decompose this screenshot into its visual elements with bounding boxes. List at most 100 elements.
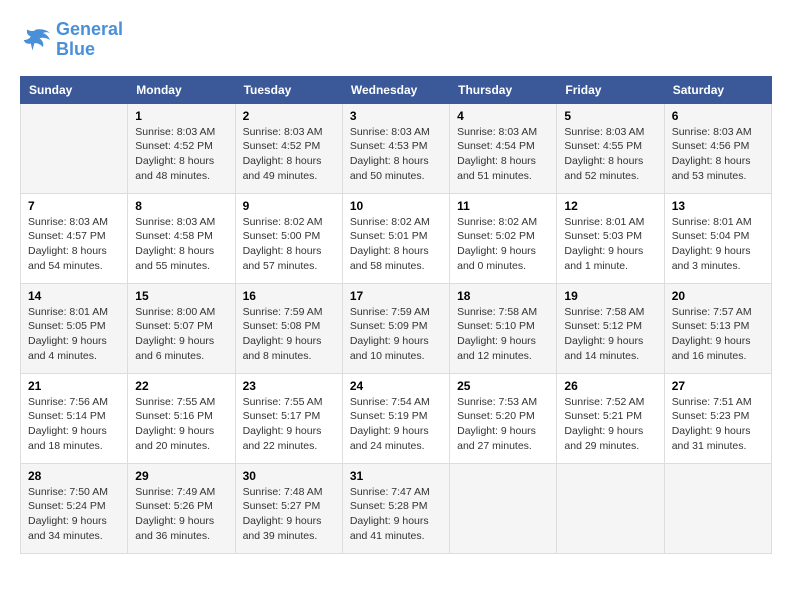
day-info: Sunrise: 7:47 AMSunset: 5:28 PMDaylight:… — [350, 485, 442, 544]
calendar-cell: 28 Sunrise: 7:50 AMSunset: 5:24 PMDayligh… — [21, 463, 128, 553]
day-info: Sunrise: 8:02 AMSunset: 5:02 PMDaylight:… — [457, 215, 549, 274]
day-number: 13 — [672, 199, 764, 213]
day-info: Sunrise: 8:03 AMSunset: 4:56 PMDaylight:… — [672, 125, 764, 184]
calendar-cell: 6Sunrise: 8:03 AMSunset: 4:56 PMDaylight… — [664, 103, 771, 193]
day-info: Sunrise: 8:03 AMSunset: 4:54 PMDaylight:… — [457, 125, 549, 184]
calendar-cell: 8 Sunrise: 8:03 AMSunset: 4:58 PMDaylight… — [128, 193, 235, 283]
calendar-cell: 30 Sunrise: 7:48 AMSunset: 5:27 PMDayligh… — [235, 463, 342, 553]
weekday-header-monday: Monday — [128, 76, 235, 103]
weekday-header-friday: Friday — [557, 76, 664, 103]
day-info: Sunrise: 8:01 AMSunset: 5:04 PMDaylight:… — [672, 215, 764, 274]
day-info: Sunrise: 7:59 AMSunset: 5:09 PMDaylight:… — [350, 305, 442, 364]
calendar-week-row: 7 Sunrise: 8:03 AMSunset: 4:57 PMDaylight… — [21, 193, 772, 283]
calendar-cell: 16 Sunrise: 7:59 AMSunset: 5:08 PMDayligh… — [235, 283, 342, 373]
calendar-cell: 22Sunrise: 7:55 AMSunset: 5:16 PMDayligh… — [128, 373, 235, 463]
day-number: 23 — [243, 379, 335, 393]
calendar-cell: 18Sunrise: 7:58 AMSunset: 5:10 PMDayligh… — [450, 283, 557, 373]
day-number: 29 — [135, 469, 227, 483]
day-number: 2 — [243, 109, 335, 123]
day-info: Sunrise: 8:03 AMSunset: 4:58 PMDaylight:… — [135, 215, 227, 274]
day-info: Sunrise: 8:03 AMSunset: 4:52 PMDaylight:… — [243, 125, 335, 184]
day-number: 20 — [672, 289, 764, 303]
day-number: 30 — [243, 469, 335, 483]
calendar-table: SundayMondayTuesdayWednesdayThursdayFrid… — [20, 76, 772, 554]
day-number: 16 — [243, 289, 335, 303]
day-number: 19 — [564, 289, 656, 303]
day-info: Sunrise: 7:55 AMSunset: 5:16 PMDaylight:… — [135, 395, 227, 454]
calendar-cell: 25 Sunrise: 7:53 AMSunset: 5:20 PMDayligh… — [450, 373, 557, 463]
day-info: Sunrise: 7:59 AMSunset: 5:08 PMDaylight:… — [243, 305, 335, 364]
day-number: 14 — [28, 289, 120, 303]
day-info: Sunrise: 7:48 AMSunset: 5:27 PMDaylight:… — [243, 485, 335, 544]
day-number: 27 — [672, 379, 764, 393]
day-info: Sunrise: 8:01 AMSunset: 5:05 PMDaylight:… — [28, 305, 120, 364]
calendar-cell: 29 Sunrise: 7:49 AMSunset: 5:26 PMDayligh… — [128, 463, 235, 553]
calendar-cell: 15Sunrise: 8:00 AMSunset: 5:07 PMDayligh… — [128, 283, 235, 373]
day-info: Sunrise: 7:58 AMSunset: 5:12 PMDaylight:… — [564, 305, 656, 364]
calendar-cell — [557, 463, 664, 553]
calendar-cell: 31 Sunrise: 7:47 AMSunset: 5:28 PMDayligh… — [342, 463, 449, 553]
day-number: 10 — [350, 199, 442, 213]
day-number: 25 — [457, 379, 549, 393]
calendar-cell: 17 Sunrise: 7:59 AMSunset: 5:09 PMDayligh… — [342, 283, 449, 373]
calendar-cell — [450, 463, 557, 553]
calendar-cell: 4Sunrise: 8:03 AMSunset: 4:54 PMDaylight… — [450, 103, 557, 193]
calendar-cell — [21, 103, 128, 193]
day-number: 17 — [350, 289, 442, 303]
calendar-cell: 2 Sunrise: 8:03 AMSunset: 4:52 PMDaylight… — [235, 103, 342, 193]
calendar-cell: 13 Sunrise: 8:01 AMSunset: 5:04 PMDayligh… — [664, 193, 771, 283]
day-info: Sunrise: 8:02 AMSunset: 5:00 PMDaylight:… — [243, 215, 335, 274]
day-info: Sunrise: 7:58 AMSunset: 5:10 PMDaylight:… — [457, 305, 549, 364]
weekday-header-saturday: Saturday — [664, 76, 771, 103]
calendar-cell: 23 Sunrise: 7:55 AMSunset: 5:17 PMDayligh… — [235, 373, 342, 463]
day-number: 24 — [350, 379, 442, 393]
day-info: Sunrise: 7:52 AMSunset: 5:21 PMDaylight:… — [564, 395, 656, 454]
calendar-body: 1 Sunrise: 8:03 AMSunset: 4:52 PMDaylight… — [21, 103, 772, 553]
day-number: 26 — [564, 379, 656, 393]
calendar-cell: 9 Sunrise: 8:02 AMSunset: 5:00 PMDaylight… — [235, 193, 342, 283]
day-number: 31 — [350, 469, 442, 483]
calendar-cell: 7 Sunrise: 8:03 AMSunset: 4:57 PMDaylight… — [21, 193, 128, 283]
day-info: Sunrise: 8:03 AMSunset: 4:52 PMDaylight:… — [135, 125, 227, 184]
day-number: 3 — [350, 109, 442, 123]
calendar-cell: 14 Sunrise: 8:01 AMSunset: 5:05 PMDayligh… — [21, 283, 128, 373]
day-info: Sunrise: 7:55 AMSunset: 5:17 PMDaylight:… — [243, 395, 335, 454]
day-number: 8 — [135, 199, 227, 213]
calendar-cell: 24Sunrise: 7:54 AMSunset: 5:19 PMDayligh… — [342, 373, 449, 463]
day-info: Sunrise: 8:02 AMSunset: 5:01 PMDaylight:… — [350, 215, 442, 274]
day-number: 21 — [28, 379, 120, 393]
day-info: Sunrise: 8:03 AMSunset: 4:53 PMDaylight:… — [350, 125, 442, 184]
calendar-week-row: 14 Sunrise: 8:01 AMSunset: 5:05 PMDayligh… — [21, 283, 772, 373]
day-number: 28 — [28, 469, 120, 483]
calendar-header: SundayMondayTuesdayWednesdayThursdayFrid… — [21, 76, 772, 103]
logo-text: General Blue — [56, 20, 123, 60]
calendar-cell: 26 Sunrise: 7:52 AMSunset: 5:21 PMDayligh… — [557, 373, 664, 463]
weekday-header-tuesday: Tuesday — [235, 76, 342, 103]
day-info: Sunrise: 7:57 AMSunset: 5:13 PMDaylight:… — [672, 305, 764, 364]
calendar-week-row: 28 Sunrise: 7:50 AMSunset: 5:24 PMDayligh… — [21, 463, 772, 553]
day-info: Sunrise: 7:56 AMSunset: 5:14 PMDaylight:… — [28, 395, 120, 454]
day-number: 11 — [457, 199, 549, 213]
weekday-header-wednesday: Wednesday — [342, 76, 449, 103]
day-info: Sunrise: 8:03 AMSunset: 4:55 PMDaylight:… — [564, 125, 656, 184]
day-info: Sunrise: 7:53 AMSunset: 5:20 PMDaylight:… — [457, 395, 549, 454]
logo-icon — [20, 26, 52, 54]
calendar-cell: 20 Sunrise: 7:57 AMSunset: 5:13 PMDayligh… — [664, 283, 771, 373]
day-number: 15 — [135, 289, 227, 303]
calendar-cell: 5 Sunrise: 8:03 AMSunset: 4:55 PMDaylight… — [557, 103, 664, 193]
day-number: 7 — [28, 199, 120, 213]
calendar-cell: 10 Sunrise: 8:02 AMSunset: 5:01 PMDayligh… — [342, 193, 449, 283]
calendar-cell: 11 Sunrise: 8:02 AMSunset: 5:02 PMDayligh… — [450, 193, 557, 283]
day-info: Sunrise: 7:51 AMSunset: 5:23 PMDaylight:… — [672, 395, 764, 454]
day-info: Sunrise: 7:49 AMSunset: 5:26 PMDaylight:… — [135, 485, 227, 544]
weekday-header-sunday: Sunday — [21, 76, 128, 103]
calendar-week-row: 1 Sunrise: 8:03 AMSunset: 4:52 PMDaylight… — [21, 103, 772, 193]
day-number: 5 — [564, 109, 656, 123]
calendar-cell — [664, 463, 771, 553]
calendar-cell: 27 Sunrise: 7:51 AMSunset: 5:23 PMDayligh… — [664, 373, 771, 463]
day-number: 1 — [135, 109, 227, 123]
day-number: 9 — [243, 199, 335, 213]
day-info: Sunrise: 7:50 AMSunset: 5:24 PMDaylight:… — [28, 485, 120, 544]
day-info: Sunrise: 8:03 AMSunset: 4:57 PMDaylight:… — [28, 215, 120, 274]
calendar-cell: 12Sunrise: 8:01 AMSunset: 5:03 PMDayligh… — [557, 193, 664, 283]
